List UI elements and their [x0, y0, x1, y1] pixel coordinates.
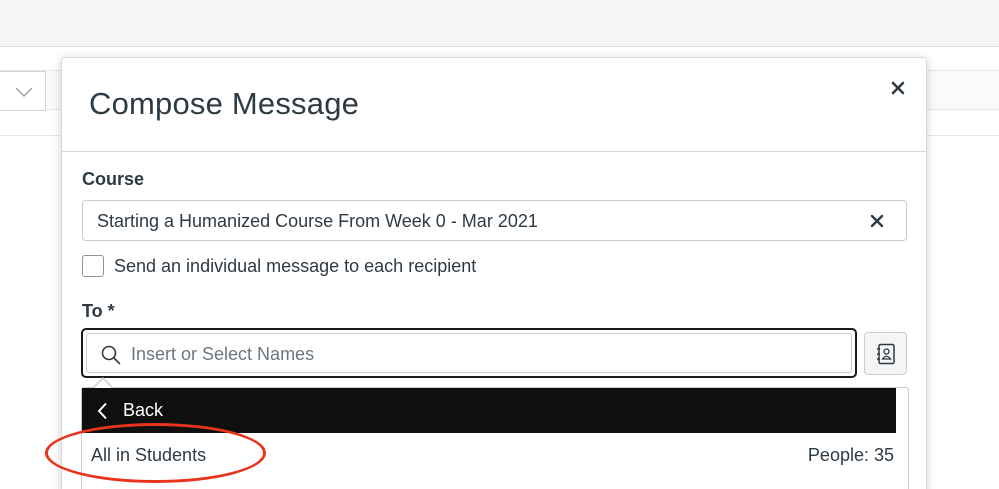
- individual-message-label[interactable]: Send an individual message to each recip…: [114, 256, 476, 277]
- clear-course-button[interactable]: [869, 213, 885, 229]
- group-people-count: People: 35: [807, 445, 894, 465]
- to-label: To *: [82, 301, 115, 321]
- back-label: Back: [123, 400, 164, 420]
- chevron-down-icon: [15, 87, 33, 98]
- close-icon: [891, 81, 905, 95]
- background-filter-select[interactable]: [0, 71, 46, 111]
- annotation-circle: [45, 423, 266, 483]
- address-book-icon: [877, 343, 895, 365]
- course-label: Course: [82, 169, 145, 189]
- course-selected-value: Starting a Humanized Course From Week 0 …: [97, 211, 538, 231]
- background-header: [0, 0, 999, 47]
- individual-message-checkbox[interactable]: [82, 255, 104, 277]
- address-book-button[interactable]: [864, 332, 907, 375]
- dialog-title: Compose Message: [89, 86, 360, 121]
- close-button[interactable]: [886, 76, 910, 100]
- recipient-search-input[interactable]: Insert or Select Names: [86, 333, 852, 373]
- recipient-search-field[interactable]: Insert or Select Names: [81, 328, 857, 378]
- recipient-search-placeholder: Insert or Select Names: [131, 344, 315, 364]
- course-select[interactable]: Starting a Humanized Course From Week 0 …: [82, 200, 907, 241]
- clear-icon: [870, 214, 884, 228]
- dialog-header: Compose Message: [62, 58, 926, 152]
- search-icon: [101, 345, 121, 365]
- chevron-left-icon: [97, 402, 107, 420]
